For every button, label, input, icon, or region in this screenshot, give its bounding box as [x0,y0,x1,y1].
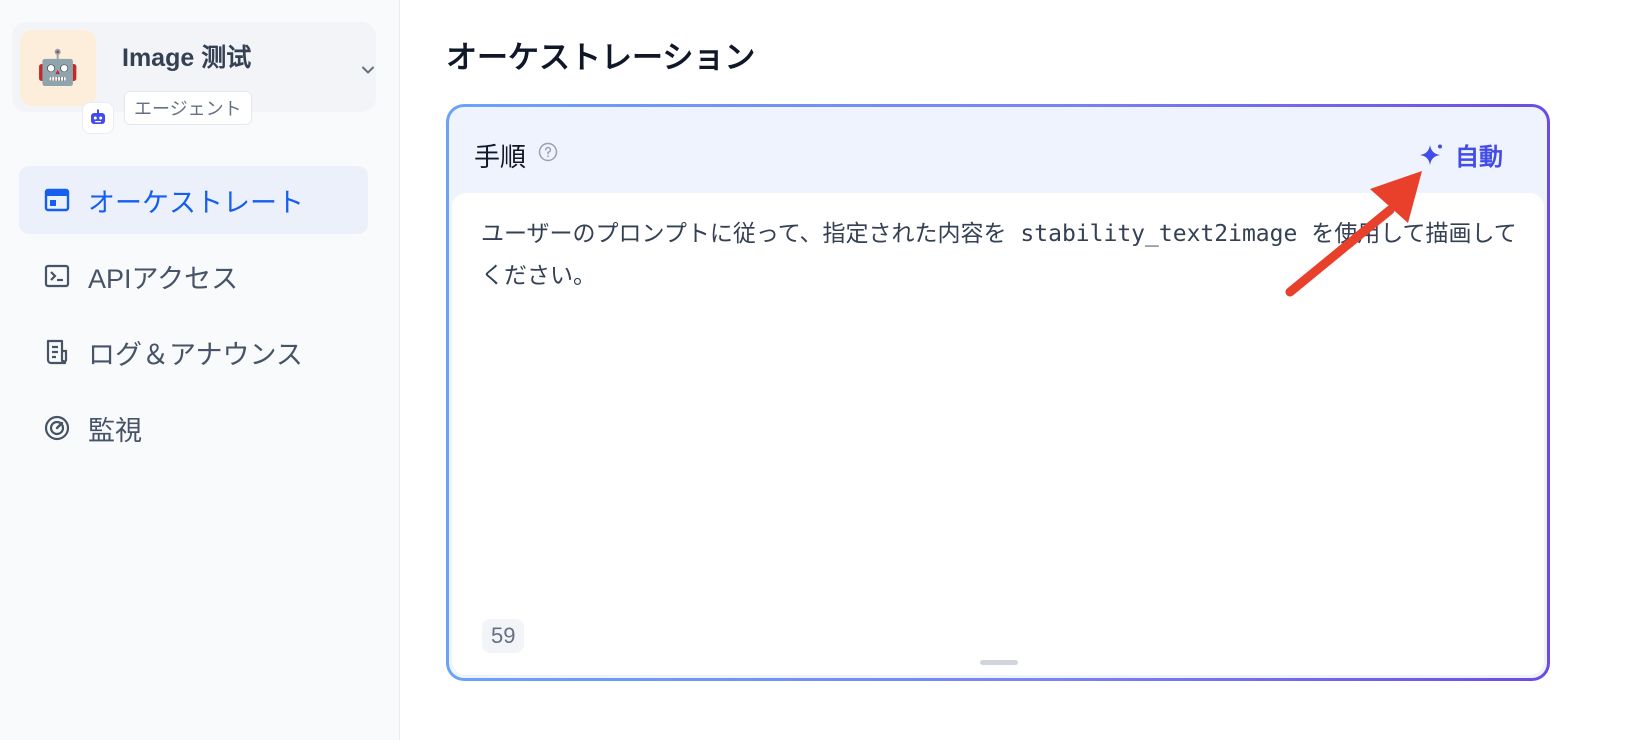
layout-icon [43,186,71,214]
prompt-editor: 手順 自動 ユーザーのプロンプトに従って、指定された内容を stability_… [446,104,1550,681]
sidebar-item-orchestrate[interactable]: オーケストレート [19,166,368,234]
app-type-badge: エージェント [124,91,252,125]
prompt-label: 手順 [474,142,527,172]
prompt-header: 手順 自動 [449,107,1547,193]
prompt-text[interactable]: ユーザーのプロンプトに従って、指定された内容を stability_text2i… [481,213,1521,297]
auto-button-label: 自動 [1455,144,1503,171]
auto-generate-button[interactable]: 自動 [1419,137,1503,172]
sidebar-item-label: オーケストレート [88,187,304,218]
sidebar-item-logs[interactable]: ログ＆アナウンス [19,318,368,386]
agent-icon [82,102,114,134]
resize-handle[interactable] [980,660,1018,665]
sidebar-item-label: APIアクセス [88,263,239,294]
terminal-icon [43,262,71,290]
robot-icon: 🤖 [20,30,96,106]
page-title: オーケストレーション [446,40,756,75]
dashboard-icon [43,414,71,442]
file-list-icon [43,338,71,366]
sidebar-item-monitoring[interactable]: 監視 [19,394,368,462]
sidebar-item-label: ログ＆アナウンス [88,339,303,370]
char-count-badge: 59 [482,619,525,653]
help-icon[interactable] [538,142,558,167]
sidebar-item-api-access[interactable]: APIアクセス [19,242,368,310]
prompt-textarea[interactable]: ユーザーのプロンプトに従って、指定された内容を stability_text2i… [452,193,1544,675]
prompt-editor-inner: 手順 自動 ユーザーのプロンプトに従って、指定された内容を stability_… [449,107,1547,678]
sidebar-item-label: 監視 [88,415,142,446]
sidebar: 🤖 Image 测试 エージェント オーケストレート APIアクセス ログ＆アナ… [0,0,400,740]
app-name: Image 测试 [122,44,252,72]
chevron-down-icon[interactable] [358,60,378,85]
app-selector[interactable]: 🤖 Image 测试 エージェント [12,22,378,134]
app-root: 🤖 Image 测试 エージェント オーケストレート APIアクセス ログ＆アナ… [0,0,1644,740]
sparkle-icon [1419,142,1445,168]
